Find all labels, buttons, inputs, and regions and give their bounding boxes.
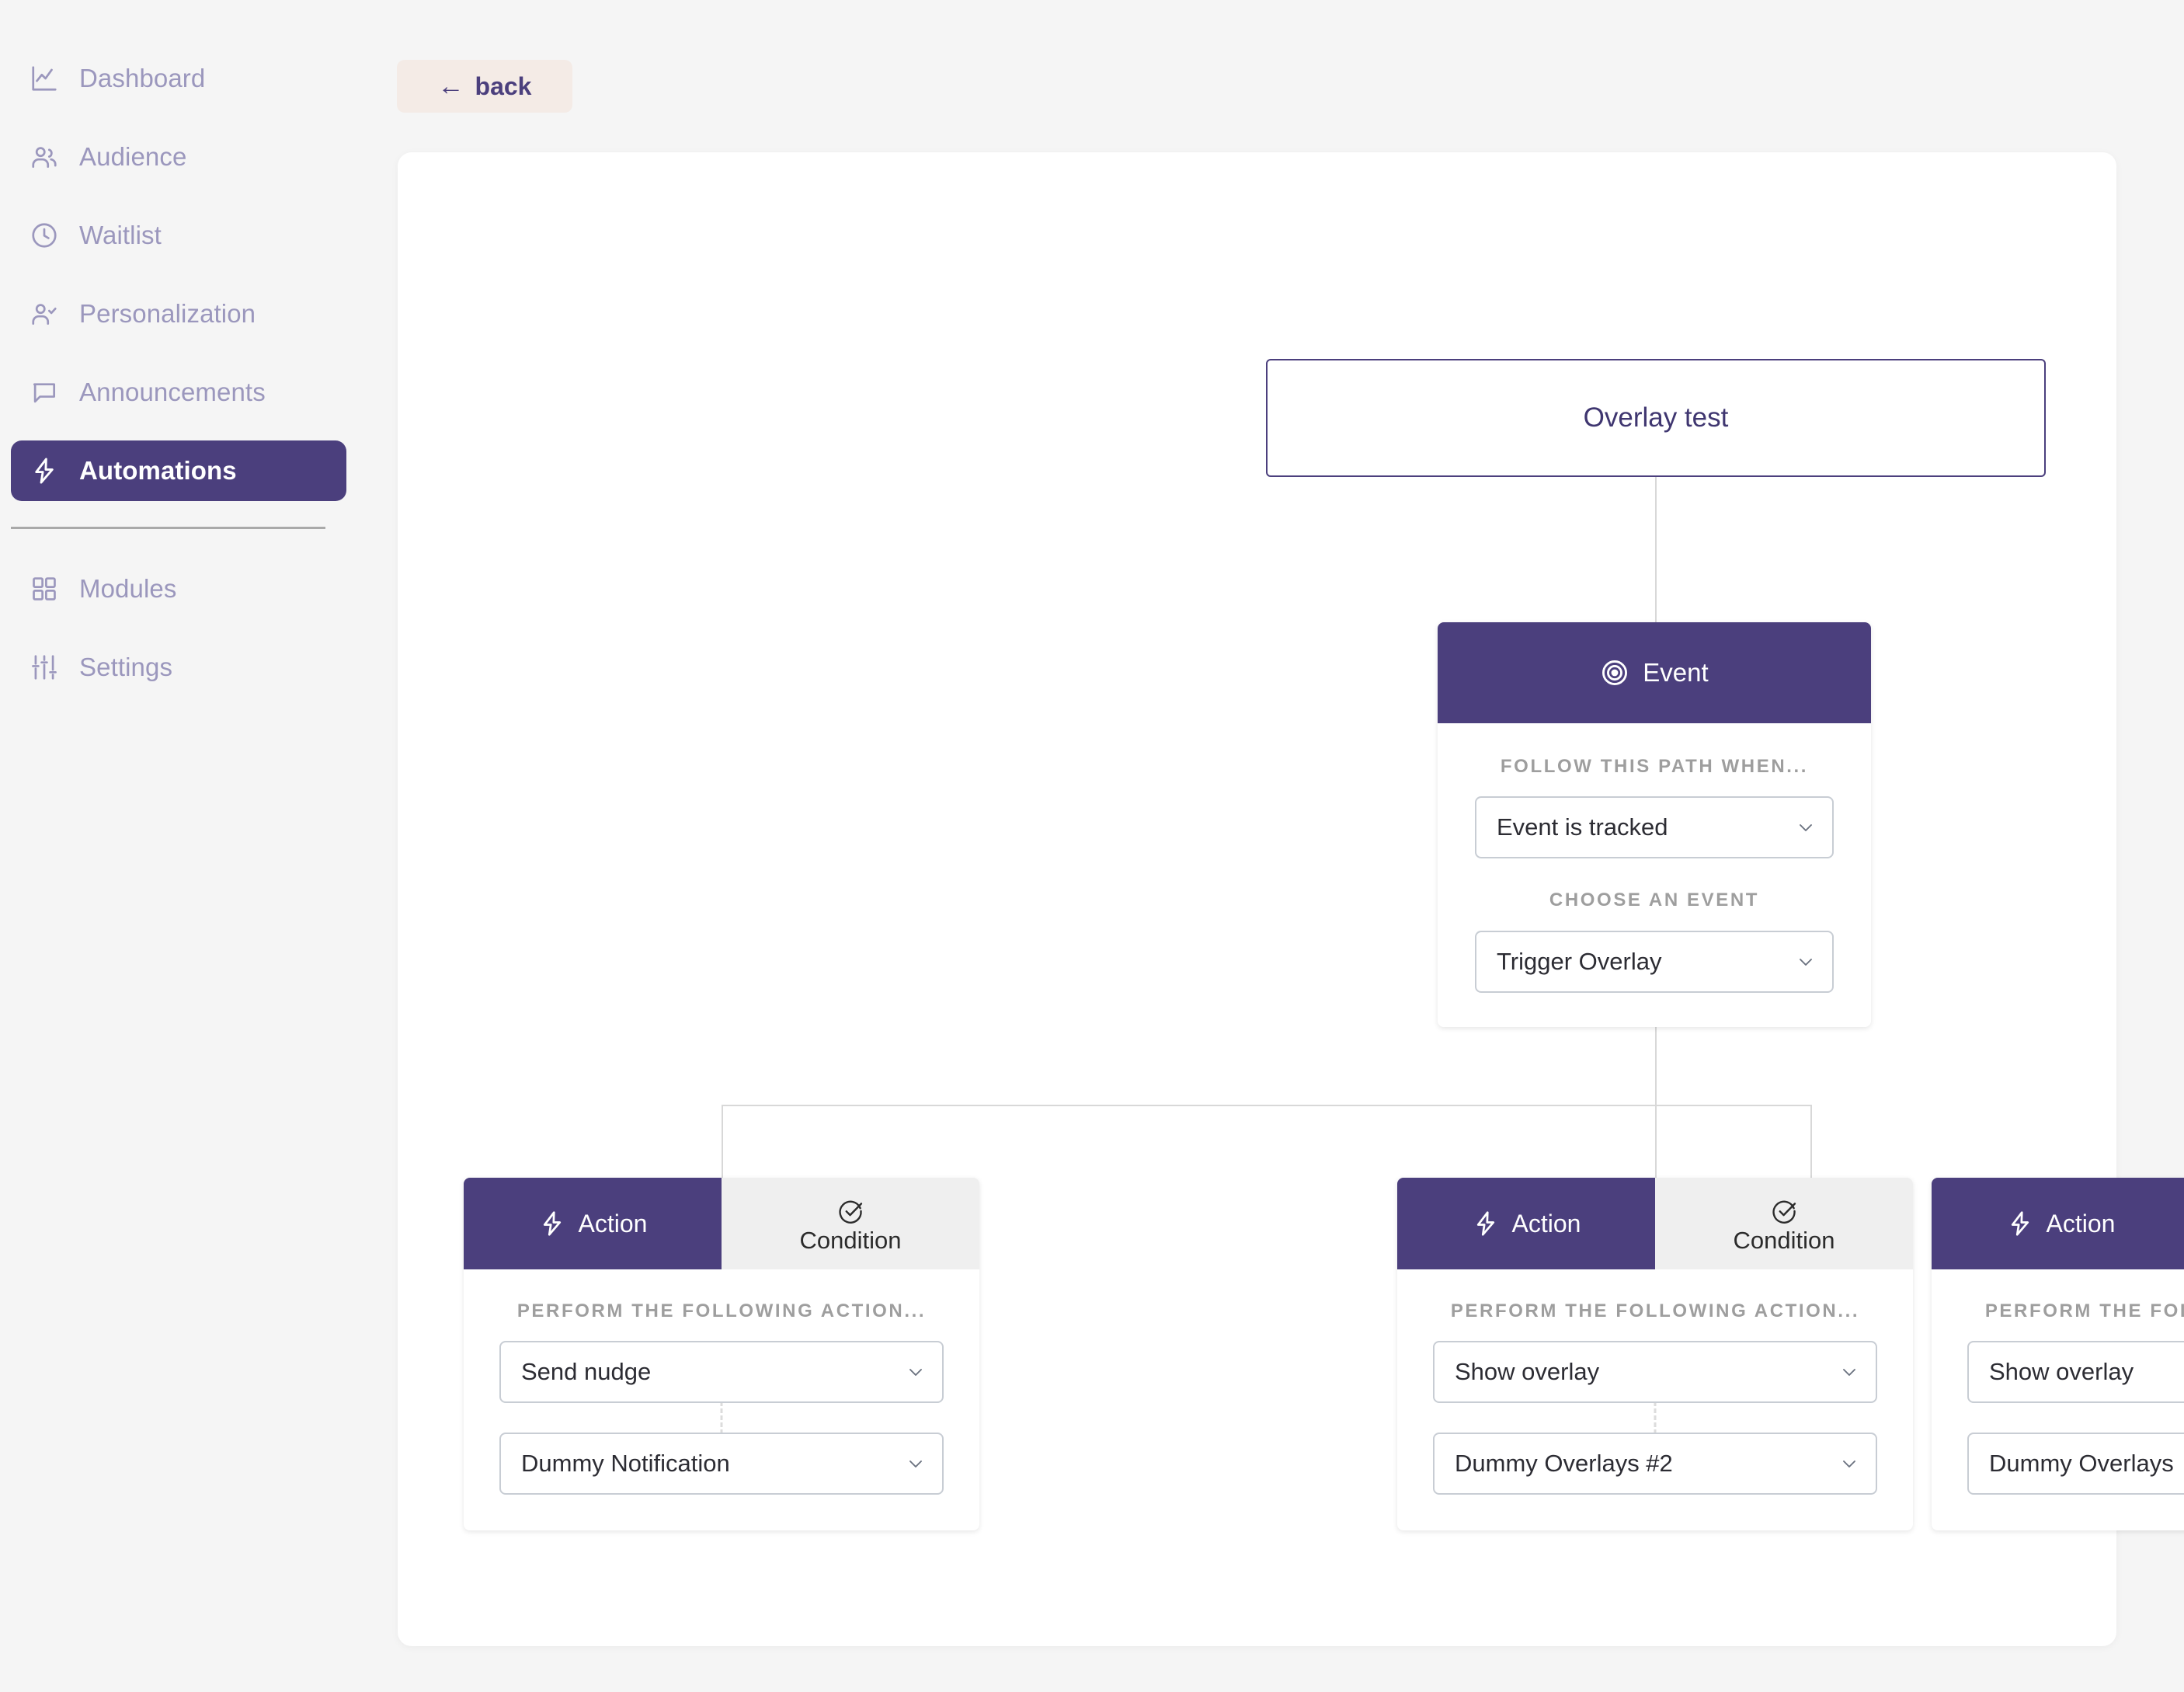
tab-action[interactable]: Action: [464, 1178, 722, 1269]
sidebar-item-label: Personalization: [79, 299, 256, 328]
chevron-down-icon: [1796, 818, 1815, 837]
perform-action-label: Perform the following action...: [1450, 1300, 1860, 1321]
sidebar-item-label: Audience: [79, 142, 187, 171]
connector-branch-bar: [722, 1105, 1812, 1106]
event-node-header-label: Event: [1643, 658, 1709, 687]
sidebar-item-label: Dashboard: [79, 64, 206, 92]
tab-action[interactable]: Action: [1397, 1178, 1655, 1269]
event-name-value: Trigger Overlay: [1497, 947, 1662, 975]
bolt-icon: [2006, 1210, 2034, 1238]
sidebar-item-waitlist[interactable]: Waitlist: [11, 205, 346, 266]
node-tab-bar: Action Condition: [1397, 1178, 1913, 1269]
sidebar-item-announcements[interactable]: Announcements: [11, 362, 346, 423]
action-type-value: Show overlay: [1989, 1358, 2134, 1386]
automation-title-card[interactable]: Overlay test: [1266, 359, 2046, 477]
follow-path-label: Follow this path when...: [1500, 756, 1809, 777]
user-check-icon: [28, 298, 61, 330]
tab-action-label: Action: [578, 1209, 648, 1238]
circle-check-icon: [836, 1197, 864, 1225]
chevron-down-icon: [906, 1363, 925, 1381]
event-node-header[interactable]: Event: [1438, 622, 1871, 723]
action-node-body: Perform the following action... Send nud…: [464, 1269, 979, 1530]
action-node: Action Condition Perform the following a…: [1397, 1178, 1913, 1531]
chevron-down-icon: [1796, 952, 1815, 971]
app-root: Dashboard Audience Waitlist Personalizat…: [0, 0, 2184, 1692]
sidebar-item-label: Settings: [79, 653, 173, 681]
tab-condition-label: Condition: [1733, 1227, 1835, 1254]
connector-root-to-event: [1655, 477, 1657, 622]
chevron-down-icon: [906, 1454, 925, 1473]
perform-action-label: Perform the following action...: [516, 1300, 927, 1321]
automation-flow-canvas: Overlay test Event Follow this path when…: [398, 152, 2184, 1646]
bolt-icon: [28, 454, 61, 487]
tab-condition-label: Condition: [799, 1227, 902, 1254]
tab-action[interactable]: Action: [1932, 1178, 2184, 1269]
action-type-value: Send nudge: [521, 1358, 652, 1386]
circle-check-icon: [1770, 1197, 1798, 1225]
sidebar-divider: [11, 527, 325, 529]
action-target-value: Dummy Overlays #2: [1455, 1450, 1673, 1478]
action-target-select[interactable]: Dummy Overlays: [1967, 1433, 2184, 1495]
node-tab-bar: Action Condition: [1932, 1178, 2184, 1269]
sidebar-item-label: Automations: [79, 456, 237, 485]
event-node: Event Follow this path when... Event is …: [1438, 622, 1871, 1027]
action-node-body: Perform the following action... Show ove…: [1397, 1269, 1913, 1530]
sidebar-item-dashboard[interactable]: Dashboard: [11, 48, 346, 109]
perform-action-label: Perform the following action...: [1984, 1300, 2184, 1321]
sidebar-item-label: Waitlist: [79, 221, 162, 249]
action-target-value: Dummy Overlays: [1989, 1450, 2174, 1478]
event-name-select[interactable]: Trigger Overlay: [1475, 930, 1834, 993]
action-type-select[interactable]: Send nudge: [499, 1341, 944, 1404]
page-title: Overlay test: [1583, 402, 1729, 433]
action-node: Action Condition Perform the following a…: [464, 1178, 979, 1531]
back-button-label: back: [475, 71, 532, 100]
sidebar-item-automations[interactable]: Automations: [11, 440, 346, 501]
sidebar: Dashboard Audience Waitlist Personalizat…: [0, 0, 357, 1692]
tab-action-label: Action: [2046, 1209, 2116, 1238]
action-target-value: Dummy Notification: [521, 1450, 730, 1478]
tab-action-label: Action: [1511, 1209, 1581, 1238]
automation-builder-panel: Overlay test Event Follow this path when…: [398, 152, 2184, 1646]
trigger-type-value: Event is tracked: [1497, 813, 1668, 841]
node-tab-bar: Action Condition: [464, 1178, 979, 1269]
connector-branch-center-drop: [1655, 1105, 1657, 1178]
bolt-icon: [1472, 1210, 1500, 1238]
sidebar-item-personalization[interactable]: Personalization: [11, 284, 346, 344]
grid-icon: [28, 573, 61, 605]
sidebar-item-modules[interactable]: Modules: [11, 559, 346, 619]
sidebar-item-label: Announcements: [79, 378, 266, 406]
arrow-left-icon: ←: [437, 71, 464, 101]
action-node-body: Perform the following action... Show ove…: [1932, 1269, 2184, 1530]
action-target-select[interactable]: Dummy Overlays #2: [1433, 1433, 1877, 1495]
bolt-icon: [538, 1210, 566, 1238]
chat-bubble-icon: [28, 376, 61, 409]
sidebar-item-label: Modules: [79, 574, 177, 603]
sidebar-item-audience[interactable]: Audience: [11, 127, 346, 187]
sidebar-item-settings[interactable]: Settings: [11, 637, 346, 698]
chevron-down-icon: [1840, 1363, 1859, 1381]
action-type-value: Show overlay: [1455, 1358, 1600, 1386]
trigger-type-select[interactable]: Event is tracked: [1475, 796, 1834, 859]
tab-condition[interactable]: Condition: [722, 1178, 979, 1269]
target-icon: [1600, 658, 1629, 688]
back-button[interactable]: ← back: [397, 60, 572, 113]
clock-icon: [28, 219, 61, 252]
event-node-body: Follow this path when... Event is tracke…: [1438, 723, 1871, 1027]
sliders-icon: [28, 651, 61, 684]
users-icon: [28, 141, 61, 173]
chart-line-icon: [28, 62, 61, 95]
action-target-select[interactable]: Dummy Notification: [499, 1433, 944, 1495]
tab-condition[interactable]: Condition: [1655, 1178, 1913, 1269]
action-type-select[interactable]: Show overlay: [1433, 1341, 1877, 1404]
connector-branch-right-drop: [1810, 1105, 1812, 1178]
action-type-select[interactable]: Show overlay: [1967, 1341, 2184, 1404]
connector-branch-left-drop: [722, 1105, 723, 1178]
choose-event-label: Choose an event: [1549, 890, 1760, 911]
action-node: Action Condition Perform the following a…: [1932, 1178, 2184, 1531]
chevron-down-icon: [1840, 1454, 1859, 1473]
